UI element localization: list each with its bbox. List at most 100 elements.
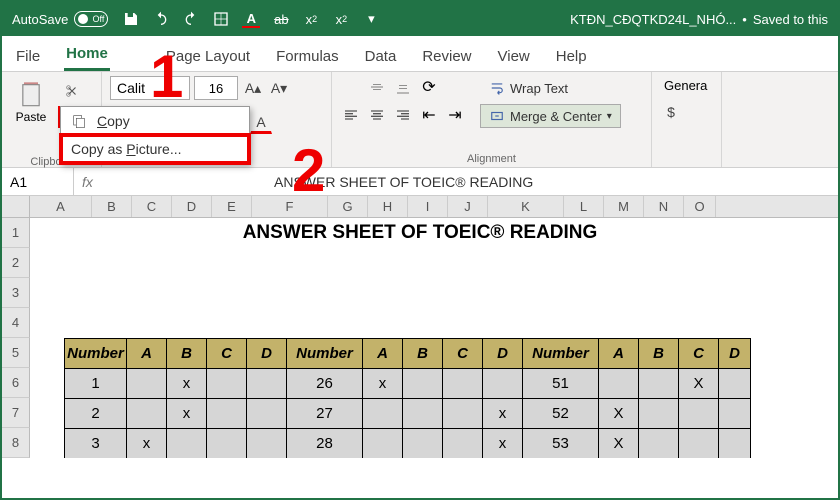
table-cell[interactable] bbox=[403, 369, 443, 399]
table-cell[interactable]: 26 bbox=[287, 369, 363, 399]
align-right-button[interactable] bbox=[392, 104, 414, 126]
save-icon[interactable] bbox=[122, 10, 140, 28]
col-header-O[interactable]: O bbox=[684, 196, 716, 217]
table-header[interactable]: Number bbox=[65, 339, 127, 369]
col-header-A[interactable]: A bbox=[30, 196, 92, 217]
row-header-2[interactable]: 2 bbox=[2, 248, 30, 278]
table-cell[interactable] bbox=[599, 369, 639, 399]
table-header[interactable]: B bbox=[403, 339, 443, 369]
row-header-4[interactable]: 4 bbox=[2, 308, 30, 338]
table-cell[interactable]: X bbox=[599, 429, 639, 459]
table-cell[interactable] bbox=[719, 429, 751, 459]
align-left-button[interactable] bbox=[340, 104, 362, 126]
spreadsheet-grid[interactable]: ABCDEFGHIJKLMNO 12345678 ANSWER SHEET OF… bbox=[2, 196, 838, 458]
tab-data[interactable]: Data bbox=[363, 42, 399, 71]
table-cell[interactable]: x bbox=[483, 399, 523, 429]
table-cell[interactable]: 52 bbox=[523, 399, 599, 429]
table-cell[interactable]: x bbox=[363, 369, 403, 399]
table-cell[interactable]: x bbox=[167, 399, 207, 429]
table-cell[interactable]: X bbox=[599, 399, 639, 429]
table-cell[interactable] bbox=[719, 369, 751, 399]
align-top-button[interactable] bbox=[340, 76, 362, 98]
table-header[interactable]: Number bbox=[287, 339, 363, 369]
tab-file[interactable]: File bbox=[14, 42, 42, 71]
subscript-icon[interactable]: x2 bbox=[302, 10, 320, 28]
tab-formulas[interactable]: Formulas bbox=[274, 42, 341, 71]
table-cell[interactable] bbox=[403, 399, 443, 429]
row-header-7[interactable]: 7 bbox=[2, 398, 30, 428]
table-header[interactable]: A bbox=[127, 339, 167, 369]
undo-icon[interactable] bbox=[152, 10, 170, 28]
grow-font-button[interactable]: A▴ bbox=[242, 77, 264, 99]
table-cell[interactable] bbox=[207, 399, 247, 429]
table-cell[interactable] bbox=[443, 369, 483, 399]
table-cell[interactable]: 51 bbox=[523, 369, 599, 399]
table-header[interactable]: A bbox=[363, 339, 403, 369]
col-header-D[interactable]: D bbox=[172, 196, 212, 217]
table-header[interactable]: Number bbox=[523, 339, 599, 369]
table-cell[interactable] bbox=[363, 429, 403, 459]
col-header-H[interactable]: H bbox=[368, 196, 408, 217]
shrink-font-button[interactable]: A▾ bbox=[268, 77, 290, 99]
table-cell[interactable] bbox=[679, 399, 719, 429]
tab-home[interactable]: Home bbox=[64, 39, 110, 71]
superscript-icon[interactable]: x2 bbox=[332, 10, 350, 28]
table-header[interactable]: C bbox=[207, 339, 247, 369]
cells-area[interactable]: ANSWER SHEET OF TOEIC® READING NumberABC… bbox=[30, 218, 838, 458]
menu-copy-as-picture[interactable]: Copy as Picture... bbox=[61, 135, 249, 163]
col-header-K[interactable]: K bbox=[488, 196, 564, 217]
currency-button[interactable]: $ bbox=[660, 101, 682, 123]
table-cell[interactable]: x bbox=[167, 369, 207, 399]
autosave-toggle[interactable]: AutoSave Off bbox=[12, 11, 108, 27]
orientation-button[interactable]: ⟳ bbox=[418, 76, 440, 98]
qat-dropdown-icon[interactable]: ▾ bbox=[362, 10, 380, 28]
row-header-3[interactable]: 3 bbox=[2, 278, 30, 308]
select-all-corner[interactable] bbox=[2, 196, 30, 217]
col-header-G[interactable]: G bbox=[328, 196, 368, 217]
table-header[interactable]: C bbox=[679, 339, 719, 369]
table-cell[interactable]: 1 bbox=[65, 369, 127, 399]
font-color-icon[interactable]: A bbox=[242, 10, 260, 28]
table-header[interactable]: C bbox=[443, 339, 483, 369]
col-header-E[interactable]: E bbox=[212, 196, 252, 217]
font-size-select[interactable]: 16 bbox=[194, 76, 238, 100]
table-cell[interactable]: 3 bbox=[65, 429, 127, 459]
row-header-6[interactable]: 6 bbox=[2, 368, 30, 398]
table-cell[interactable] bbox=[167, 429, 207, 459]
paste-button[interactable]: Paste bbox=[10, 76, 52, 124]
row-header-5[interactable]: 5 bbox=[2, 338, 30, 368]
table-cell[interactable] bbox=[127, 369, 167, 399]
table-cell[interactable] bbox=[639, 429, 679, 459]
tab-view[interactable]: View bbox=[496, 42, 532, 71]
table-header[interactable]: D bbox=[483, 339, 523, 369]
table-cell[interactable] bbox=[719, 399, 751, 429]
table-header[interactable]: B bbox=[167, 339, 207, 369]
align-center-button[interactable] bbox=[366, 104, 388, 126]
col-header-C[interactable]: C bbox=[132, 196, 172, 217]
table-header[interactable]: D bbox=[719, 339, 751, 369]
table-cell[interactable] bbox=[403, 429, 443, 459]
name-box[interactable]: A1 bbox=[2, 168, 74, 195]
table-cell[interactable] bbox=[679, 429, 719, 459]
table-cell[interactable]: x bbox=[127, 429, 167, 459]
merge-center-button[interactable]: Merge & Center ▾ bbox=[480, 104, 621, 128]
table-cell[interactable] bbox=[639, 369, 679, 399]
table-cell[interactable] bbox=[207, 429, 247, 459]
data-table[interactable]: NumberABCDNumberABCDNumberABCD1x26x51X2x… bbox=[64, 338, 751, 458]
table-header[interactable]: B bbox=[639, 339, 679, 369]
tab-review[interactable]: Review bbox=[420, 42, 473, 71]
col-header-I[interactable]: I bbox=[408, 196, 448, 217]
wrap-text-button[interactable]: Wrap Text bbox=[480, 76, 621, 100]
table-cell[interactable] bbox=[207, 369, 247, 399]
table-cell[interactable] bbox=[443, 399, 483, 429]
number-format-select[interactable]: Genera bbox=[660, 76, 711, 95]
table-cell[interactable]: x bbox=[483, 429, 523, 459]
cut-button[interactable] bbox=[58, 80, 86, 102]
table-cell[interactable]: X bbox=[679, 369, 719, 399]
table-cell[interactable]: 27 bbox=[287, 399, 363, 429]
col-header-M[interactable]: M bbox=[604, 196, 644, 217]
decrease-indent-button[interactable]: ⇤ bbox=[418, 104, 440, 126]
col-header-L[interactable]: L bbox=[564, 196, 604, 217]
table-cell[interactable]: 28 bbox=[287, 429, 363, 459]
autosave-pill[interactable]: Off bbox=[74, 11, 108, 27]
